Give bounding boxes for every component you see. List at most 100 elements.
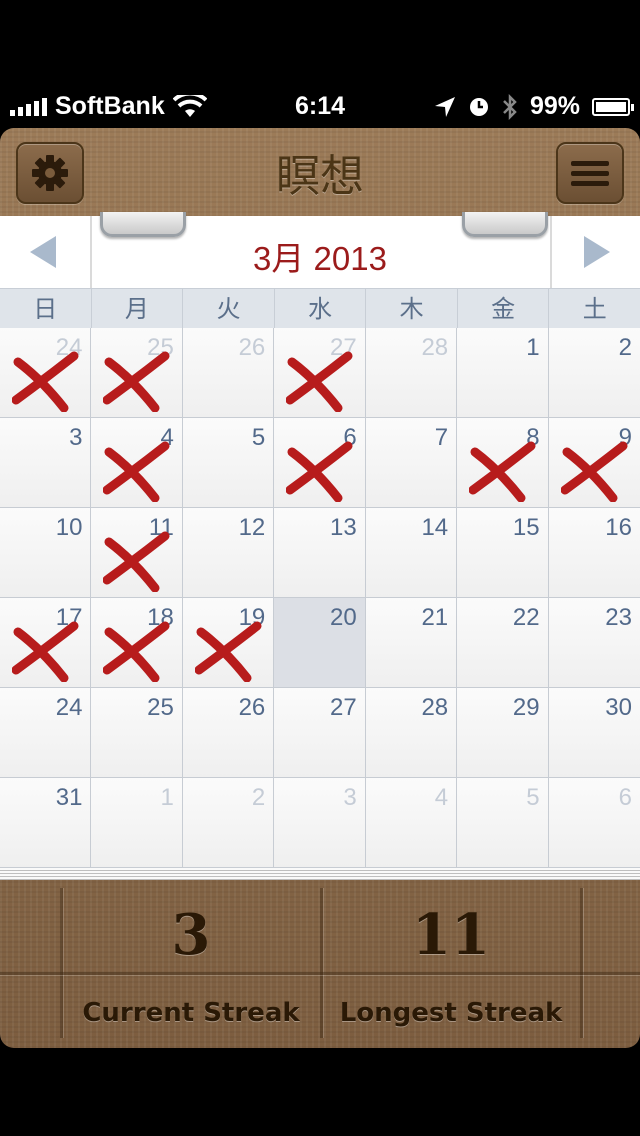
status-bar: SoftBank 6:14 99% <box>0 88 640 128</box>
day-number: 15 <box>512 514 540 541</box>
calendar-day[interactable]: 7 <box>365 418 458 508</box>
longest-streak-label: Longest Streak <box>339 998 563 1028</box>
calendar-day[interactable]: 2 <box>548 328 640 418</box>
day-number: 3 <box>69 424 83 451</box>
calendar-day[interactable]: 5 <box>182 418 275 508</box>
calendar-day[interactable]: 27 <box>274 688 366 778</box>
calendar-day[interactable]: 3 <box>0 418 92 508</box>
day-number: 13 <box>330 514 357 541</box>
longest-streak-value: 11 <box>412 902 490 968</box>
calendar-day[interactable]: 13 <box>274 508 366 598</box>
day-number: 27 <box>330 694 357 721</box>
calendar-day[interactable]: 22 <box>457 598 549 688</box>
calendar-day[interactable]: 26 <box>182 328 275 418</box>
day-number: 26 <box>238 334 266 361</box>
calendar-day[interactable]: 30 <box>548 688 640 778</box>
calendar-day[interactable]: 5 <box>457 778 549 868</box>
calendar: 3月 2013 日 月 火 水 木 金 土 24 25 26 27 28 1 2 3 4 5 6 7 8… <box>0 212 640 868</box>
weekday-label: 金 <box>458 289 550 329</box>
day-number: 5 <box>251 424 266 451</box>
calendar-day[interactable]: 19 <box>182 598 275 688</box>
day-number: 28 <box>421 694 449 721</box>
calendar-day[interactable]: 24 <box>0 688 92 778</box>
divider <box>580 888 583 1038</box>
calendar-day[interactable]: 11 <box>91 508 183 598</box>
calendar-day[interactable]: 28 <box>365 328 458 418</box>
weekday-label: 水 <box>275 289 367 329</box>
calendar-day[interactable]: 18 <box>91 598 183 688</box>
calendar-day[interactable]: 10 <box>0 508 92 598</box>
day-number: 2 <box>618 334 632 361</box>
calendar-day[interactable]: 23 <box>548 598 640 688</box>
calendar-day[interactable]: 31 <box>0 778 92 868</box>
calendar-day[interactable]: 25 <box>91 328 183 418</box>
next-month-arrow-icon[interactable] <box>584 236 610 268</box>
day-number: 6 <box>618 784 632 811</box>
battery-fill <box>596 101 626 112</box>
x-mark-icon <box>194 621 262 682</box>
battery-percent: 99% <box>529 92 580 120</box>
x-mark-icon <box>103 441 170 502</box>
paper-clip-icon <box>462 212 548 237</box>
status-right: 99% <box>434 92 634 121</box>
page-stack <box>0 868 640 880</box>
calendar-day[interactable]: 1 <box>91 778 183 868</box>
x-mark-icon <box>12 621 79 682</box>
calendar-day[interactable]: 21 <box>365 598 458 688</box>
x-mark-icon <box>286 441 353 502</box>
header: 瞑想 <box>0 128 640 216</box>
list-icon <box>571 156 609 191</box>
weekday-label: 土 <box>582 295 607 323</box>
current-streak-value: 3 <box>171 902 211 968</box>
calendar-day[interactable]: 4 <box>91 418 183 508</box>
day-number: 22 <box>512 604 540 631</box>
calendar-day[interactable]: 6 <box>548 778 640 868</box>
x-mark-icon <box>286 351 353 412</box>
x-mark-icon <box>12 351 79 412</box>
day-number: 5 <box>526 784 540 811</box>
calendar-day[interactable]: 12 <box>182 508 275 598</box>
day-number: 20 <box>330 604 357 631</box>
weekday-label: 木 <box>366 289 458 329</box>
current-streak: 3 Current Streak <box>62 888 320 1038</box>
day-number: 29 <box>512 694 540 721</box>
calendar-day[interactable]: 29 <box>457 688 549 778</box>
calendar-day[interactable]: 28 <box>365 688 458 778</box>
calendar-day[interactable]: 25 <box>91 688 183 778</box>
calendar-day[interactable]: 1 <box>457 328 549 418</box>
calendar-day[interactable]: 26 <box>182 688 275 778</box>
calendar-day[interactable]: 17 <box>0 598 92 688</box>
weekday-header: 日 月 火 水 木 金 土 <box>0 288 640 330</box>
day-number: 16 <box>605 514 632 541</box>
calendar-day[interactable]: 27 <box>274 328 366 418</box>
paper-clip-icon <box>100 212 186 237</box>
list-button[interactable] <box>556 142 624 204</box>
streak-panel: 3 Current Streak 11 Longest Streak <box>0 880 640 1048</box>
calendar-day[interactable]: 2 <box>182 778 275 868</box>
weekday-label: 火 <box>183 289 275 329</box>
calendar-grid: 24 25 26 27 28 1 2 3 4 5 6 7 8 9 10 11 12 13 14 15 16 17 18 19 2… <box>0 328 640 868</box>
calendar-day[interactable]: 9 <box>548 418 640 508</box>
longest-streak: 11 Longest Streak <box>322 888 580 1038</box>
alarm-clock-icon <box>469 97 488 116</box>
calendar-day[interactable]: 15 <box>457 508 549 598</box>
day-number: 30 <box>605 694 632 721</box>
battery-icon <box>592 97 634 116</box>
day-number: 21 <box>421 604 449 631</box>
calendar-day[interactable]: 3 <box>274 778 366 868</box>
calendar-day[interactable]: 4 <box>365 778 458 868</box>
calendar-day-today[interactable]: 20 <box>274 598 366 688</box>
day-number: 1 <box>526 334 540 361</box>
calendar-day[interactable]: 14 <box>365 508 458 598</box>
calendar-day[interactable]: 8 <box>457 418 549 508</box>
month-title: 3月 2013 <box>253 240 387 277</box>
calendar-day[interactable]: 24 <box>0 328 92 418</box>
day-number: 10 <box>55 514 83 541</box>
day-number: 7 <box>434 424 449 451</box>
day-number: 28 <box>421 334 449 361</box>
day-number: 12 <box>238 514 266 541</box>
calendar-day[interactable]: 16 <box>548 508 640 598</box>
calendar-day[interactable]: 6 <box>274 418 366 508</box>
page-title: 瞑想 <box>276 151 364 202</box>
day-number: 26 <box>238 694 266 721</box>
